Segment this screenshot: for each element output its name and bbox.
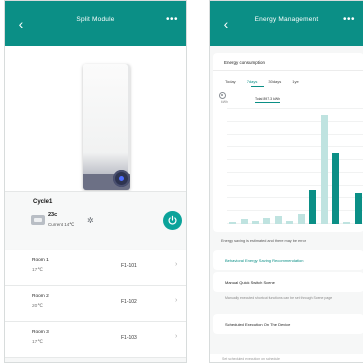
energy-disclaimer: Energy saving is estimated and there may… (221, 239, 307, 243)
chart-gridline (227, 184, 363, 186)
room-name: Room 1 (32, 258, 49, 263)
chevron-right-icon: › (175, 297, 178, 304)
energy-bar[interactable] (343, 221, 351, 224)
split-unit-image (83, 64, 130, 190)
chevron-right-icon: › (175, 261, 178, 268)
chart-gridline (227, 197, 363, 199)
energy-bar[interactable] (240, 219, 248, 224)
behavioral-saving-recommendation[interactable]: Behavioral Energy Saving Recommendation (213, 250, 363, 270)
target-icon[interactable] (219, 92, 226, 99)
energy-bar[interactable] (252, 220, 260, 224)
energy-bar[interactable] (320, 114, 328, 224)
y-axis-unit: kWh (221, 100, 228, 104)
mode-label: Cycle1 (33, 199, 53, 205)
tab-today[interactable]: Today (225, 79, 236, 84)
active-tab-indicator (251, 86, 264, 87)
room-temp: 17℃ (32, 340, 43, 345)
room-temp: 20℃ (32, 304, 43, 309)
tab-1year[interactable]: 1ye (292, 79, 298, 84)
scheduled-execution[interactable]: Scheduled Execution On The Device (213, 314, 363, 334)
chart-gridline (227, 120, 363, 122)
room-list: Room 1 17℃ F1-101 › Room 2 20℃ F1-102 › … (5, 250, 186, 358)
chart-gridline (227, 108, 363, 109)
page-title: Energy Management (254, 16, 319, 23)
period-tabs: Today 7days 30days 1ye (225, 79, 299, 84)
more-dots-icon[interactable]: ••• (343, 14, 355, 25)
set-temperature: 23c (48, 212, 58, 218)
energy-bar[interactable] (274, 215, 282, 224)
app-bar: ‹ Split Module ••• (5, 1, 186, 46)
chevron-right-icon: › (175, 333, 178, 340)
energy-tips: Energy saving is estimated and there may… (213, 235, 363, 334)
room-name: Room 2 (32, 294, 49, 299)
chart-gridline (227, 159, 363, 161)
manual-quick-switch-scene[interactable]: Manual Quick Switch Scene (213, 272, 363, 292)
room-code: F1-101 (121, 263, 137, 269)
room-code: F1-103 (121, 335, 137, 341)
room-row[interactable]: Room 2 20℃ F1-102 › (5, 286, 186, 322)
energy-card: Energy consumption Today 7days 30days 1y… (213, 53, 363, 232)
power-button[interactable] (163, 211, 182, 230)
tab-7days[interactable]: 7days (247, 79, 258, 84)
chart-gridline (227, 171, 363, 173)
chart-gridline (227, 133, 363, 135)
energy-bar[interactable] (263, 218, 271, 224)
room-temp: 17℃ (32, 268, 43, 273)
energy-card-title: Energy consumption (224, 60, 266, 65)
ac-mode-icon[interactable] (31, 215, 45, 225)
device-hero (5, 46, 186, 191)
chart-gridline (227, 210, 363, 212)
control-card: Cycle1 23c Current 14℃ ✲ (5, 191, 186, 249)
power-icon (168, 215, 177, 225)
energy-bar[interactable] (229, 221, 237, 224)
page-title: Split Module (76, 16, 115, 23)
room-row[interactable]: Room 3 17℃ F1-103 › (5, 322, 186, 358)
room-code: F1-102 (121, 299, 137, 305)
tab-30days[interactable]: 30days (268, 79, 281, 84)
gear-icon[interactable]: ✲ (87, 216, 94, 225)
device-knob (113, 170, 130, 187)
energy-bar[interactable] (331, 152, 339, 224)
energy-bar-chart (227, 108, 363, 224)
room-row[interactable]: Room 1 17℃ F1-101 › (5, 250, 186, 286)
energy-bar[interactable] (309, 189, 317, 224)
current-temperature: Current 14℃ (48, 222, 75, 227)
energy-bar[interactable] (297, 213, 305, 224)
chart-gridline (227, 146, 363, 148)
energy-bar[interactable] (354, 192, 362, 224)
divider (213, 70, 363, 71)
total-energy-label: Total 897.3 kWh (255, 97, 281, 103)
room-name: Room 3 (32, 330, 49, 335)
manual-scene-description: Manually executed shortcut functions can… (225, 296, 333, 300)
scheduled-execution-hint: Set scheduled execution on schedule (210, 354, 363, 362)
split-module-screen: ‹ Split Module ••• Cycle1 23c Current 14… (4, 0, 187, 363)
app-bar: ‹ Energy Management ••• (210, 1, 363, 46)
energy-management-screen: ‹ Energy Management ••• Energy consumpti… (209, 0, 363, 363)
energy-bar[interactable] (286, 220, 294, 224)
more-dots-icon[interactable]: ••• (166, 14, 178, 25)
